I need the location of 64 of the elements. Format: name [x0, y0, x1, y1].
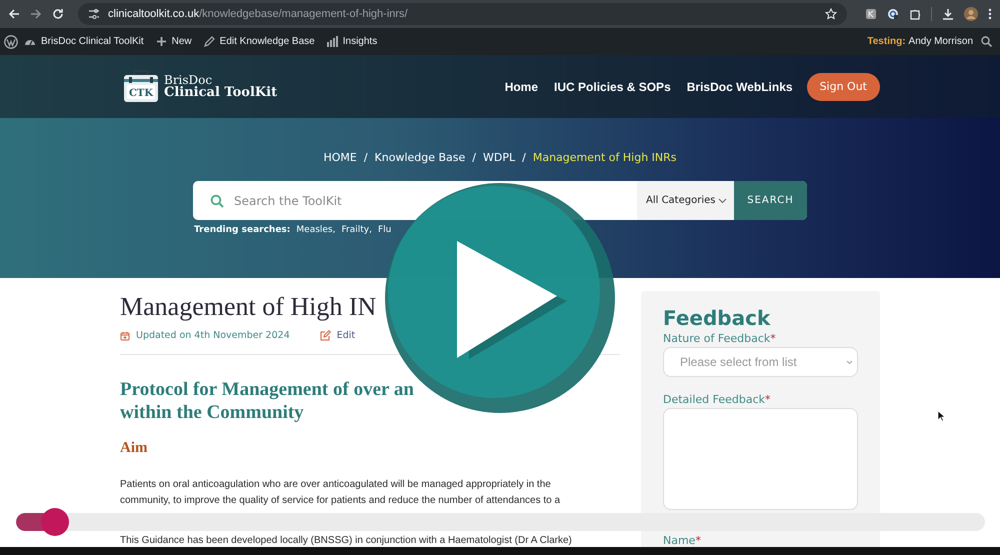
address-bar[interactable]: clinicaltoolkit.co.uk/knowledgebase/management-of-high-inrs/	[78, 3, 847, 25]
breadcrumb-link[interactable]: HOME	[323, 151, 357, 164]
chevron-down-icon	[846, 360, 853, 364]
star-icon[interactable]	[825, 8, 837, 20]
logo-text: Clinical ToolKit	[164, 86, 278, 99]
search-icon	[210, 194, 224, 208]
download-icon[interactable]	[942, 8, 954, 20]
extension-icon[interactable]	[865, 8, 877, 20]
search-button[interactable]: SEARCH	[734, 181, 807, 220]
chevron-down-icon	[718, 198, 727, 204]
category-dropdown[interactable]: All Categories	[637, 181, 734, 220]
back-icon[interactable]	[8, 8, 20, 20]
toolbox-logo-icon	[124, 70, 158, 102]
search-icon[interactable]	[981, 36, 992, 47]
pencil-icon	[204, 36, 215, 47]
field-label: Nature of Feedback*	[663, 332, 777, 345]
extension-icon[interactable]	[887, 8, 899, 20]
avatar-icon[interactable]	[964, 7, 978, 21]
progress-handle[interactable]	[40, 508, 69, 536]
admin-bar-item[interactable]: BrisDoc Clinical ToolKit	[18, 36, 150, 48]
field-label: Name*	[663, 534, 702, 547]
logo-badge-text: CTK	[128, 88, 154, 98]
updated-date: Updated on 4th November 2024	[136, 330, 290, 341]
trending-link[interactable]: Frailty,	[341, 225, 372, 235]
admin-bar-item[interactable]: Insights	[320, 36, 384, 47]
body-paragraph: This Guidance has been developed locally (BNSSG) in conjunction with a Haematologist (Dr A Clarke)	[120, 534, 573, 547]
wordpress-logo-icon[interactable]	[4, 34, 18, 48]
feedback-title: Feedback	[663, 306, 772, 330]
search-field[interactable]: Search the ToolKit	[193, 181, 637, 220]
breadcrumb-link[interactable]: WDPL	[483, 151, 516, 164]
trending-link[interactable]: Flu	[378, 225, 392, 235]
site-settings-icon[interactable]	[88, 8, 100, 20]
sign-out-button[interactable]: Sign Out	[806, 72, 880, 100]
logo-text: BrisDoc	[164, 74, 212, 86]
trending-link[interactable]: Measles,	[296, 225, 336, 235]
field-label: Detailed Feedback*	[663, 393, 772, 406]
edit-icon	[320, 330, 331, 341]
calendar-icon	[120, 330, 130, 340]
user-account-link[interactable]: Testing: Andy Morrison	[867, 36, 973, 47]
mouse-pointer-icon	[937, 410, 945, 422]
reload-icon[interactable]	[52, 8, 64, 20]
nav-link[interactable]: BrisDoc WebLinks	[686, 80, 793, 94]
breadcrumb-separator: /	[364, 151, 368, 164]
nav-link[interactable]: Home	[504, 80, 538, 94]
progress-track[interactable]	[16, 513, 985, 531]
admin-bar-item[interactable]: Edit Knowledge Base	[198, 36, 321, 47]
menu-icon[interactable]	[988, 8, 992, 20]
subheading: Aim	[120, 440, 148, 457]
url-text: clinicaltoolkit.co.uk/knowledgebase/management-of-high-inrs/	[108, 8, 408, 20]
bar-chart-icon	[326, 36, 338, 47]
section-heading: Protocol for Management of over an within the Community	[120, 378, 415, 424]
body-paragraph: Patients on oral anticoagulation who are over anticoagulated will be managed appropriately in the community, to improve the quality of service for patients and reduce the number of attendances to a	[120, 478, 562, 508]
article-title: Management of High IN	[120, 291, 378, 323]
edit-link[interactable]: Edit	[336, 330, 356, 341]
nav-link[interactable]: IUC Policies & SOPs	[554, 80, 671, 94]
breadcrumb-separator: /	[472, 151, 476, 164]
breadcrumb-link[interactable]: Knowledge Base	[374, 151, 466, 164]
trending-label: Trending searches:	[194, 225, 290, 235]
admin-bar-item[interactable]: New	[150, 36, 198, 47]
plus-icon	[156, 36, 167, 47]
forward-icon[interactable]	[30, 8, 42, 20]
breadcrumb-separator: /	[522, 151, 526, 164]
puzzle-icon[interactable]	[909, 8, 921, 20]
breadcrumb-link[interactable]: Management of High INRs	[532, 151, 677, 164]
